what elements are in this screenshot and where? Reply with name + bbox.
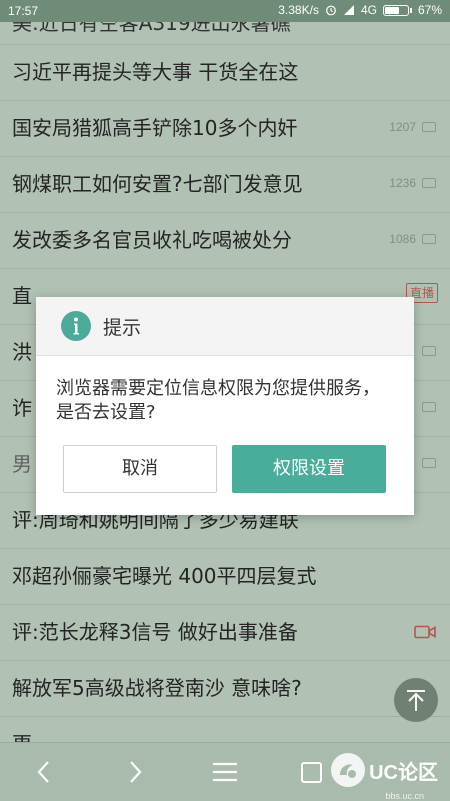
- windows-icon[interactable]: [300, 759, 326, 785]
- list-item[interactable]: 评:范长龙释3信号 做好出事准备: [0, 605, 450, 661]
- comment-icon: [422, 178, 436, 188]
- comment-count: 1207: [389, 120, 416, 134]
- battery-icon: [382, 4, 412, 16]
- news-title: 诈: [12, 396, 32, 420]
- watermark: UC论区 bbs.uc.cn: [331, 753, 438, 801]
- news-title: 习近平再提头等大事 干货全在这: [12, 60, 299, 84]
- signal-icon: [343, 5, 354, 15]
- comment-icon: [422, 458, 436, 468]
- status-time: 17:57: [8, 4, 39, 18]
- news-title: 直: [12, 284, 32, 308]
- news-title: 发改委多名官员收礼吃喝被处分: [12, 228, 292, 252]
- list-item[interactable]: 邓超孙俪豪宅曝光 400平四层复式: [0, 549, 450, 605]
- dialog-title: 提示: [103, 316, 142, 339]
- news-title: 洪: [12, 340, 32, 364]
- news-title: 男: [12, 452, 32, 476]
- list-item[interactable]: 习近平再提头等大事 干货全在这: [0, 45, 450, 101]
- dialog-message: 浏览器需要定位信息权限为您提供服务，是否去设置?: [56, 378, 380, 423]
- list-item[interactable]: 国安局猎狐高手铲除10多个内奸 1207: [0, 101, 450, 157]
- news-title: 钢煤职工如何安置?七部门发意见: [12, 172, 303, 196]
- status-bar: 17:57 3.38K/s 4G 67%: [0, 0, 450, 22]
- list-item[interactable]: 钢煤职工如何安置?七部门发意见 1236: [0, 157, 450, 213]
- news-title: 邓超孙俪豪宅曝光 400平四层复式: [12, 564, 317, 588]
- comment-icon: [422, 346, 436, 356]
- cancel-button[interactable]: 取消: [63, 445, 217, 493]
- list-item[interactable]: 解放军5高级战将登南沙 意味啥?: [0, 661, 450, 717]
- news-title: 评:范长龙释3信号 做好出事准备: [12, 620, 298, 644]
- network-speed: 3.38K/s: [278, 3, 319, 17]
- comment-icon: [422, 234, 436, 244]
- network-type: 4G: [360, 3, 377, 17]
- list-item[interactable]: 发改委多名官员收礼吃喝被处分 1086: [0, 213, 450, 269]
- bottom-toolbar: UC论区 bbs.uc.cn: [0, 742, 450, 801]
- scroll-top-button[interactable]: [394, 678, 438, 722]
- comment-icon: [422, 402, 436, 412]
- status-right: 3.38K/s 4G 67%: [278, 3, 442, 17]
- comment-icon: [422, 122, 436, 132]
- video-icon: [414, 625, 436, 639]
- news-title: 国安局猎狐高手铲除10多个内奸: [12, 116, 298, 140]
- list-item[interactable]: 美:近日有空客A319进出永暑礁: [0, 22, 450, 45]
- arrow-up-icon: [407, 690, 425, 711]
- info-icon: [61, 311, 91, 341]
- back-icon[interactable]: [31, 759, 57, 785]
- watermark-text: UC论区: [369, 761, 438, 784]
- dialog-header: 提示: [36, 297, 414, 356]
- forward-icon[interactable]: [122, 759, 148, 785]
- alarm-icon: [326, 5, 336, 16]
- permission-settings-button[interactable]: 权限设置: [232, 445, 386, 493]
- uc-logo-icon: [331, 753, 366, 787]
- news-title: 美:近日有空客A319进出永暑礁: [12, 22, 291, 35]
- news-title: 解放军5高级战将登南沙 意味啥?: [12, 676, 302, 700]
- menu-icon[interactable]: [212, 759, 238, 785]
- comment-count: 1086: [389, 232, 416, 246]
- permission-dialog: 提示 浏览器需要定位信息权限为您提供服务，是否去设置? 取消 权限设置: [36, 297, 414, 515]
- comment-count: 1236: [389, 176, 416, 190]
- battery-percent: 67%: [417, 3, 442, 17]
